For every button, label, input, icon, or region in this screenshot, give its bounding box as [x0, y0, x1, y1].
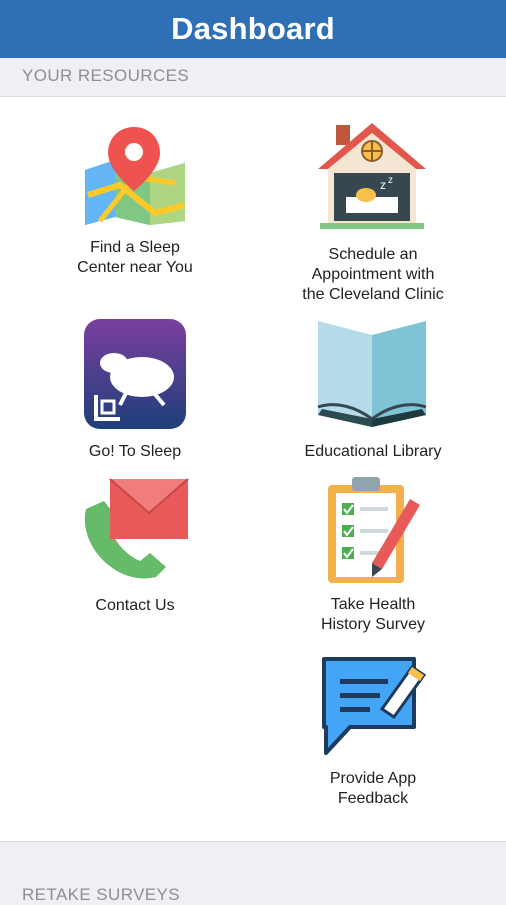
section-header-retake-surveys: RETAKE SURVEYS — [22, 885, 181, 904]
svg-text:z: z — [388, 175, 393, 186]
tile-label: Take Health History Survey — [320, 596, 426, 633]
tile-go-to-sleep[interactable]: Go! To Sleep — [40, 319, 230, 460]
tile-label: Find a Sleep Center near You — [77, 239, 193, 276]
tile-find-sleep-center[interactable]: Find a Sleep Center near You — [40, 125, 230, 285]
tile-label: Contact Us — [95, 597, 175, 614]
tile-label: Go! To Sleep — [88, 443, 182, 460]
tile-contact-us[interactable]: Contact Us — [40, 477, 230, 617]
tile-educational-library[interactable]: Educational Library — [278, 319, 468, 460]
clipboard-checklist-icon — [328, 477, 420, 583]
tile-label: Schedule an Appointment with the Clevela… — [302, 246, 444, 303]
section-header-resources: YOUR RESOURCES — [22, 66, 190, 85]
speech-bubble-pencil-icon — [322, 657, 427, 755]
tile-health-history-survey[interactable]: Take Health History Survey — [278, 475, 468, 635]
phone-envelope-icon — [84, 478, 189, 579]
house-sleep-icon: z z — [318, 123, 426, 229]
sheep-app-icon — [84, 319, 186, 429]
tile-app-feedback[interactable]: Provide App Feedback — [278, 653, 468, 813]
tile-label: Educational Library — [304, 443, 442, 460]
map-pin-icon — [85, 127, 185, 225]
svg-text:z: z — [380, 178, 386, 192]
page-title: Dashboard — [171, 11, 335, 46]
header-bar: Dashboard — [0, 0, 506, 58]
resources-panel: Find a Sleep Center near You z z Schedul… — [0, 96, 506, 842]
tile-label: Provide App Feedback — [329, 770, 417, 807]
open-book-icon — [317, 321, 427, 427]
tile-schedule-appointment[interactable]: z z Schedule an Appointment with the Cle… — [278, 121, 468, 311]
